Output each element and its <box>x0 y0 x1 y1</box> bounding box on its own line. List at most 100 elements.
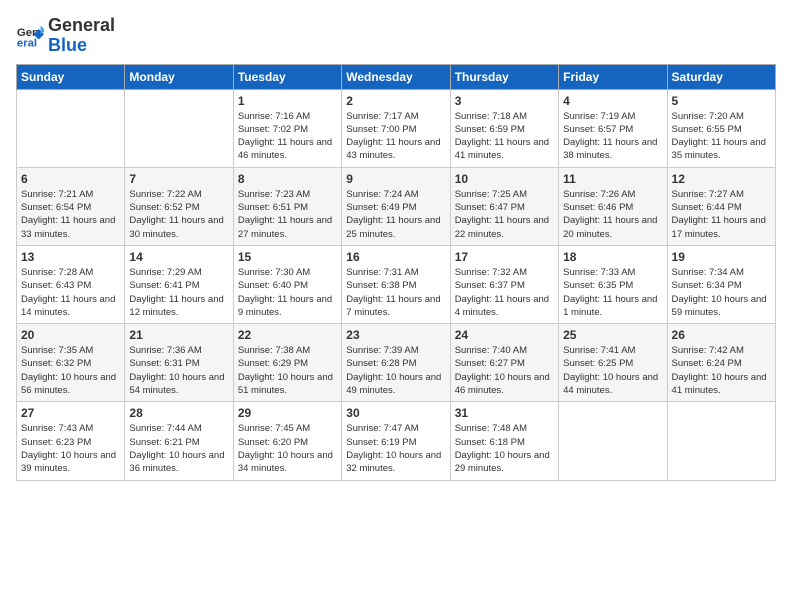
day-info: Sunrise: 7:31 AMSunset: 6:38 PMDaylight:… <box>346 266 445 319</box>
day-cell: 30 Sunrise: 7:47 AMSunset: 6:19 PMDaylig… <box>342 402 450 480</box>
day-cell: 27 Sunrise: 7:43 AMSunset: 6:23 PMDaylig… <box>17 402 125 480</box>
day-cell: 23 Sunrise: 7:39 AMSunset: 6:28 PMDaylig… <box>342 324 450 402</box>
day-header-saturday: Saturday <box>667 64 775 89</box>
day-header-sunday: Sunday <box>17 64 125 89</box>
day-info: Sunrise: 7:33 AMSunset: 6:35 PMDaylight:… <box>563 266 662 319</box>
day-info: Sunrise: 7:19 AMSunset: 6:57 PMDaylight:… <box>563 110 662 163</box>
week-row-5: 27 Sunrise: 7:43 AMSunset: 6:23 PMDaylig… <box>17 402 776 480</box>
day-number: 28 <box>129 406 228 420</box>
day-cell: 31 Sunrise: 7:48 AMSunset: 6:18 PMDaylig… <box>450 402 558 480</box>
day-info: Sunrise: 7:32 AMSunset: 6:37 PMDaylight:… <box>455 266 554 319</box>
day-number: 27 <box>21 406 120 420</box>
day-number: 18 <box>563 250 662 264</box>
day-number: 12 <box>672 172 771 186</box>
day-info: Sunrise: 7:38 AMSunset: 6:29 PMDaylight:… <box>238 344 337 397</box>
day-info: Sunrise: 7:29 AMSunset: 6:41 PMDaylight:… <box>129 266 228 319</box>
day-number: 13 <box>21 250 120 264</box>
day-info: Sunrise: 7:34 AMSunset: 6:34 PMDaylight:… <box>672 266 771 319</box>
day-info: Sunrise: 7:25 AMSunset: 6:47 PMDaylight:… <box>455 188 554 241</box>
day-cell <box>125 89 233 167</box>
day-info: Sunrise: 7:39 AMSunset: 6:28 PMDaylight:… <box>346 344 445 397</box>
day-number: 2 <box>346 94 445 108</box>
day-cell <box>17 89 125 167</box>
day-cell <box>667 402 775 480</box>
week-row-4: 20 Sunrise: 7:35 AMSunset: 6:32 PMDaylig… <box>17 324 776 402</box>
day-info: Sunrise: 7:22 AMSunset: 6:52 PMDaylight:… <box>129 188 228 241</box>
day-cell: 20 Sunrise: 7:35 AMSunset: 6:32 PMDaylig… <box>17 324 125 402</box>
day-cell: 16 Sunrise: 7:31 AMSunset: 6:38 PMDaylig… <box>342 245 450 323</box>
day-info: Sunrise: 7:28 AMSunset: 6:43 PMDaylight:… <box>21 266 120 319</box>
day-info: Sunrise: 7:20 AMSunset: 6:55 PMDaylight:… <box>672 110 771 163</box>
day-cell: 22 Sunrise: 7:38 AMSunset: 6:29 PMDaylig… <box>233 324 341 402</box>
week-row-1: 1 Sunrise: 7:16 AMSunset: 7:02 PMDayligh… <box>17 89 776 167</box>
day-number: 10 <box>455 172 554 186</box>
day-number: 23 <box>346 328 445 342</box>
day-header-monday: Monday <box>125 64 233 89</box>
day-number: 21 <box>129 328 228 342</box>
day-number: 7 <box>129 172 228 186</box>
day-info: Sunrise: 7:35 AMSunset: 6:32 PMDaylight:… <box>21 344 120 397</box>
day-number: 26 <box>672 328 771 342</box>
day-cell: 24 Sunrise: 7:40 AMSunset: 6:27 PMDaylig… <box>450 324 558 402</box>
day-info: Sunrise: 7:47 AMSunset: 6:19 PMDaylight:… <box>346 422 445 475</box>
day-cell: 8 Sunrise: 7:23 AMSunset: 6:51 PMDayligh… <box>233 167 341 245</box>
day-info: Sunrise: 7:44 AMSunset: 6:21 PMDaylight:… <box>129 422 228 475</box>
day-number: 19 <box>672 250 771 264</box>
day-cell: 12 Sunrise: 7:27 AMSunset: 6:44 PMDaylig… <box>667 167 775 245</box>
day-cell: 7 Sunrise: 7:22 AMSunset: 6:52 PMDayligh… <box>125 167 233 245</box>
day-number: 30 <box>346 406 445 420</box>
logo: Gen eral General Blue <box>16 16 115 56</box>
day-number: 1 <box>238 94 337 108</box>
day-number: 24 <box>455 328 554 342</box>
day-cell: 11 Sunrise: 7:26 AMSunset: 6:46 PMDaylig… <box>559 167 667 245</box>
day-info: Sunrise: 7:18 AMSunset: 6:59 PMDaylight:… <box>455 110 554 163</box>
day-info: Sunrise: 7:24 AMSunset: 6:49 PMDaylight:… <box>346 188 445 241</box>
day-info: Sunrise: 7:30 AMSunset: 6:40 PMDaylight:… <box>238 266 337 319</box>
day-number: 11 <box>563 172 662 186</box>
day-number: 9 <box>346 172 445 186</box>
day-info: Sunrise: 7:43 AMSunset: 6:23 PMDaylight:… <box>21 422 120 475</box>
day-header-friday: Friday <box>559 64 667 89</box>
day-cell: 25 Sunrise: 7:41 AMSunset: 6:25 PMDaylig… <box>559 324 667 402</box>
day-cell: 28 Sunrise: 7:44 AMSunset: 6:21 PMDaylig… <box>125 402 233 480</box>
day-cell: 13 Sunrise: 7:28 AMSunset: 6:43 PMDaylig… <box>17 245 125 323</box>
day-cell: 1 Sunrise: 7:16 AMSunset: 7:02 PMDayligh… <box>233 89 341 167</box>
day-number: 4 <box>563 94 662 108</box>
day-cell: 14 Sunrise: 7:29 AMSunset: 6:41 PMDaylig… <box>125 245 233 323</box>
logo-text: General Blue <box>48 16 115 56</box>
day-cell: 2 Sunrise: 7:17 AMSunset: 7:00 PMDayligh… <box>342 89 450 167</box>
day-cell: 26 Sunrise: 7:42 AMSunset: 6:24 PMDaylig… <box>667 324 775 402</box>
day-header-wednesday: Wednesday <box>342 64 450 89</box>
day-number: 3 <box>455 94 554 108</box>
week-row-3: 13 Sunrise: 7:28 AMSunset: 6:43 PMDaylig… <box>17 245 776 323</box>
day-info: Sunrise: 7:41 AMSunset: 6:25 PMDaylight:… <box>563 344 662 397</box>
day-cell <box>559 402 667 480</box>
day-cell: 29 Sunrise: 7:45 AMSunset: 6:20 PMDaylig… <box>233 402 341 480</box>
day-number: 25 <box>563 328 662 342</box>
header: Gen eral General Blue <box>16 16 776 56</box>
week-row-2: 6 Sunrise: 7:21 AMSunset: 6:54 PMDayligh… <box>17 167 776 245</box>
day-cell: 10 Sunrise: 7:25 AMSunset: 6:47 PMDaylig… <box>450 167 558 245</box>
day-header-thursday: Thursday <box>450 64 558 89</box>
day-cell: 19 Sunrise: 7:34 AMSunset: 6:34 PMDaylig… <box>667 245 775 323</box>
day-number: 22 <box>238 328 337 342</box>
day-number: 15 <box>238 250 337 264</box>
day-cell: 9 Sunrise: 7:24 AMSunset: 6:49 PMDayligh… <box>342 167 450 245</box>
day-number: 5 <box>672 94 771 108</box>
day-number: 29 <box>238 406 337 420</box>
day-number: 6 <box>21 172 120 186</box>
day-number: 16 <box>346 250 445 264</box>
calendar-table: SundayMondayTuesdayWednesdayThursdayFrid… <box>16 64 776 481</box>
header-row: SundayMondayTuesdayWednesdayThursdayFrid… <box>17 64 776 89</box>
day-info: Sunrise: 7:48 AMSunset: 6:18 PMDaylight:… <box>455 422 554 475</box>
day-info: Sunrise: 7:26 AMSunset: 6:46 PMDaylight:… <box>563 188 662 241</box>
day-cell: 15 Sunrise: 7:30 AMSunset: 6:40 PMDaylig… <box>233 245 341 323</box>
day-info: Sunrise: 7:23 AMSunset: 6:51 PMDaylight:… <box>238 188 337 241</box>
day-cell: 3 Sunrise: 7:18 AMSunset: 6:59 PMDayligh… <box>450 89 558 167</box>
day-header-tuesday: Tuesday <box>233 64 341 89</box>
day-info: Sunrise: 7:36 AMSunset: 6:31 PMDaylight:… <box>129 344 228 397</box>
day-info: Sunrise: 7:42 AMSunset: 6:24 PMDaylight:… <box>672 344 771 397</box>
day-info: Sunrise: 7:27 AMSunset: 6:44 PMDaylight:… <box>672 188 771 241</box>
day-cell: 21 Sunrise: 7:36 AMSunset: 6:31 PMDaylig… <box>125 324 233 402</box>
day-cell: 6 Sunrise: 7:21 AMSunset: 6:54 PMDayligh… <box>17 167 125 245</box>
